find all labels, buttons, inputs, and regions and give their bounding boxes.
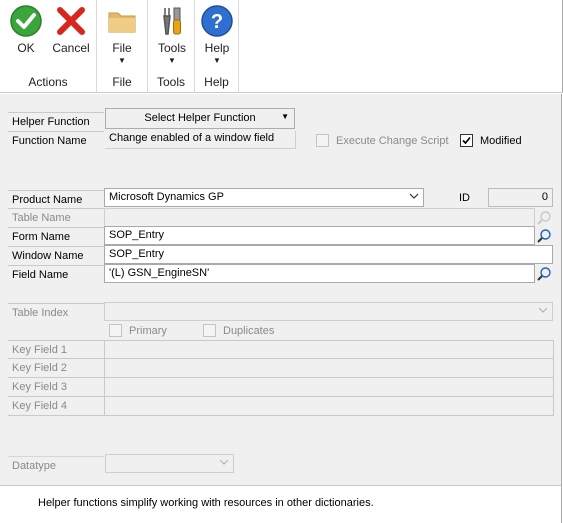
form-name-field[interactable]: SOP_Entry xyxy=(104,226,535,245)
window-name-field[interactable]: SOP_Entry xyxy=(104,245,553,264)
ribbon: OK Cancel Actions File ▼ File Tools ▼ To… xyxy=(0,0,563,93)
key-field-1-value xyxy=(104,341,554,358)
window-name-label: Window Name xyxy=(8,246,104,265)
help-dropdown-arrow-icon: ▼ xyxy=(213,56,221,65)
file-group-label: File xyxy=(112,75,132,89)
cancel-label: Cancel xyxy=(52,41,90,55)
execute-change-script-checkbox[interactable]: Execute Change Script xyxy=(316,134,449,147)
duplicates-checkbox: Duplicates xyxy=(203,324,274,337)
modified-checkbox[interactable]: Modified xyxy=(460,134,522,147)
product-name-dropdown[interactable]: Microsoft Dynamics GP xyxy=(104,188,424,207)
actions-group: OK Cancel Actions xyxy=(0,0,97,93)
key-field-4-value xyxy=(104,397,554,415)
helper-function-label: Helper Function xyxy=(8,112,104,131)
folder-icon xyxy=(105,4,139,38)
key-field-row: Key Field 3 xyxy=(8,378,554,397)
svg-text:?: ? xyxy=(211,11,223,33)
table-name-label: Table Name xyxy=(8,208,104,227)
help-group: ? Help ▼ Help xyxy=(195,0,239,93)
key-field-row: Key Field 4 xyxy=(8,397,554,416)
select-helper-function-button[interactable]: Select Helper Function ▼ xyxy=(105,108,295,129)
file-dropdown-arrow-icon: ▼ xyxy=(118,56,126,65)
table-index-dropdown xyxy=(104,302,553,321)
help-button[interactable]: ? Help ▼ xyxy=(198,4,236,65)
ok-label: OK xyxy=(17,41,35,55)
datatype-label: Datatype xyxy=(8,456,104,475)
id-label: ID xyxy=(459,192,470,204)
field-name-field[interactable]: '(L) GSN_EngineSN' xyxy=(104,264,535,283)
duplicates-box xyxy=(203,324,216,337)
primary-box xyxy=(109,324,122,337)
status-text: Helper functions simplify working with r… xyxy=(38,497,374,509)
ok-check-icon xyxy=(9,4,43,38)
tools-label: Tools xyxy=(157,41,186,55)
select-helper-function-label: Select Helper Function xyxy=(144,112,256,124)
key-field-row: Key Field 2 xyxy=(8,359,554,378)
datatype-dropdown xyxy=(105,454,234,473)
key-field-2-value xyxy=(104,359,554,377)
product-name-chevron-down-icon xyxy=(409,191,419,204)
datatype-chevron-down-icon xyxy=(219,457,229,470)
function-name-value: Change enabled of a window field xyxy=(105,131,296,149)
modified-check-icon xyxy=(460,134,473,147)
field-name-lookup-icon[interactable] xyxy=(535,264,553,283)
key-field-3-value xyxy=(104,378,554,396)
actions-group-label: Actions xyxy=(28,75,68,89)
cancel-button[interactable]: Cancel xyxy=(50,4,92,55)
key-field-row: Key Field 1 xyxy=(8,340,554,359)
function-name-label: Function Name xyxy=(8,131,104,150)
form-name-label: Form Name xyxy=(8,227,104,246)
cancel-x-icon xyxy=(54,4,88,38)
tools-group: Tools ▼ Tools xyxy=(148,0,195,93)
primary-checkbox: Primary xyxy=(109,324,167,337)
table-name-field xyxy=(104,208,535,227)
helper-function-arrow-icon: ▼ xyxy=(281,112,289,121)
help-label: Help xyxy=(204,41,230,55)
file-label: File xyxy=(112,41,132,55)
tools-dropdown-arrow-icon: ▼ xyxy=(168,56,176,65)
tools-group-label: Tools xyxy=(156,75,185,89)
form-area: Helper Function Select Helper Function ▼… xyxy=(0,94,562,485)
ok-button[interactable]: OK xyxy=(6,4,46,55)
field-name-label: Field Name xyxy=(8,265,104,284)
help-question-icon: ? xyxy=(200,4,234,38)
tools-button[interactable]: Tools ▼ xyxy=(153,4,191,65)
table-index-label: Table Index xyxy=(8,303,104,322)
id-value: 0 xyxy=(488,188,553,207)
file-group: File ▼ File xyxy=(97,0,148,93)
form-name-lookup-icon[interactable] xyxy=(535,226,553,245)
help-group-label: Help xyxy=(204,75,229,89)
table-name-lookup-icon xyxy=(535,208,553,227)
tools-icon xyxy=(155,4,189,38)
table-index-chevron-down-icon xyxy=(538,305,548,318)
product-name-label: Product Name xyxy=(8,190,104,209)
execute-change-script-box xyxy=(316,134,329,147)
status-bar: Helper functions simplify working with r… xyxy=(0,485,562,523)
file-button[interactable]: File ▼ xyxy=(103,4,141,65)
